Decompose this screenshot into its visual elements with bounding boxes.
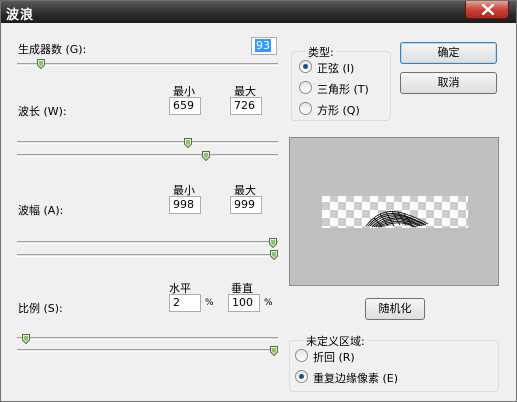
wrap-around-label[interactable]: 折回 (R): [313, 349, 355, 365]
wavelength-min-slider-track[interactable]: [17, 141, 278, 144]
preview-image: [322, 196, 468, 228]
type-group-title: 类型:: [306, 44, 336, 60]
randomize-button[interactable]: 随机化: [365, 298, 425, 320]
scale-horizontal-slider-thumb[interactable]: [22, 334, 31, 344]
wavelength-min-slider-thumb[interactable]: [183, 138, 192, 148]
scale-label: 比例 (S):: [18, 302, 63, 315]
ok-button[interactable]: 确定: [400, 42, 497, 64]
wrap-around-radio[interactable]: [295, 349, 308, 362]
amplitude-min-input[interactable]: 998: [169, 196, 201, 214]
wavelength-max-slider-thumb[interactable]: [201, 151, 210, 161]
type-sine-radio[interactable]: [299, 60, 312, 73]
wavelength-max-slider-track[interactable]: [17, 154, 278, 157]
wavelength-label: 波长 (W):: [18, 105, 67, 118]
scale-vertical-unit: %: [264, 298, 273, 308]
amplitude-max-slider-track[interactable]: [17, 254, 278, 257]
type-triangle-label[interactable]: 三角形 (T): [317, 81, 369, 97]
type-square-radio[interactable]: [299, 102, 312, 115]
type-triangle-radio[interactable]: [299, 81, 312, 94]
generators-label: 生成器数 (G):: [18, 43, 87, 56]
type-sine-label[interactable]: 正弦 (I): [317, 60, 354, 76]
wave-dialog: 波浪 生成器数 (G): 93 最小 最大 波长 (W): 659 726 最小…: [0, 0, 517, 402]
amplitude-label: 波幅 (A):: [18, 204, 64, 217]
generators-input[interactable]: 93: [251, 37, 277, 55]
scale-horizontal-unit: %: [205, 298, 214, 308]
close-button[interactable]: [465, 1, 509, 19]
cancel-button[interactable]: 取消: [400, 72, 497, 94]
preview-pane: [289, 137, 499, 286]
scale-vertical-input[interactable]: 100: [228, 294, 260, 312]
close-icon: [482, 4, 494, 15]
dialog-title: 波浪: [6, 8, 35, 23]
amplitude-min-slider-thumb[interactable]: [269, 238, 278, 248]
amplitude-max-slider-thumb[interactable]: [269, 250, 278, 260]
generators-slider-thumb[interactable]: [37, 59, 46, 69]
type-square-label[interactable]: 方形 (Q): [317, 102, 360, 118]
amplitude-max-input[interactable]: 999: [230, 196, 262, 214]
scale-horizontal-slider-track[interactable]: [17, 337, 278, 340]
wavelength-max-input[interactable]: 726: [230, 97, 262, 115]
repeat-edge-pixels-radio[interactable]: [295, 370, 308, 383]
scale-vertical-slider-track[interactable]: [17, 349, 278, 352]
repeat-edge-pixels-label[interactable]: 重复边缘像素 (E): [313, 370, 398, 386]
scale-vertical-slider-thumb[interactable]: [270, 346, 278, 356]
amplitude-min-slider-track[interactable]: [17, 241, 278, 244]
scale-horizontal-input[interactable]: 2: [169, 294, 201, 312]
generators-slider-track[interactable]: [17, 63, 278, 66]
title-bar[interactable]: 波浪: [1, 1, 516, 23]
undefined-area-title: 未定义区域:: [304, 333, 367, 349]
wavelength-min-input[interactable]: 659: [169, 97, 201, 115]
